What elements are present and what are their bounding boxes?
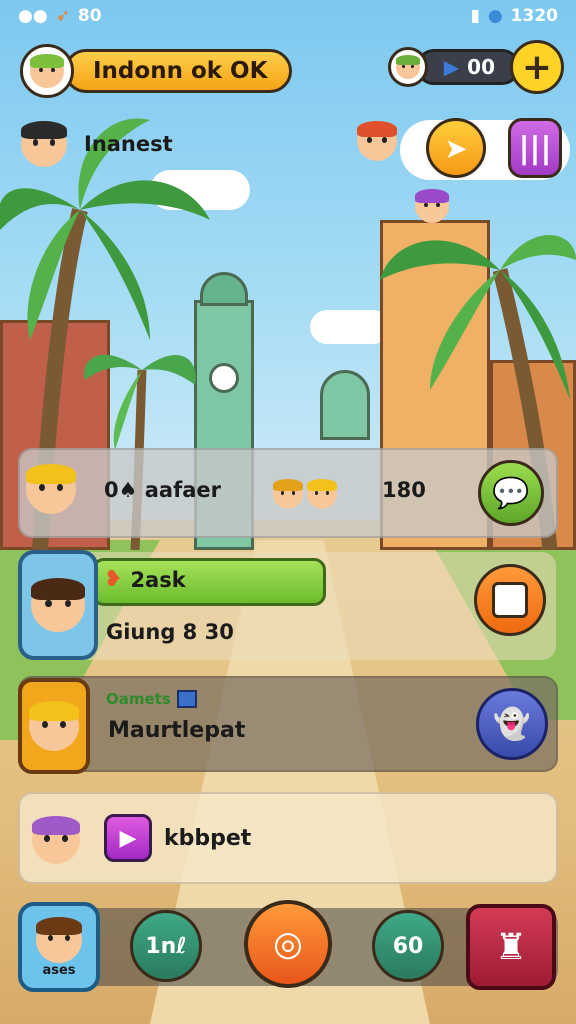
avatar-face <box>36 916 82 963</box>
event-label: 0♠ aafaer <box>104 478 221 502</box>
add-currency-button[interactable]: + <box>510 40 564 94</box>
signal-icon: ▮ <box>470 6 480 26</box>
main-action-button[interactable]: ◎ <box>244 900 332 988</box>
nav-button-3-label: 60 <box>392 933 424 959</box>
nav-button-1[interactable]: 1nℓ <box>130 910 202 982</box>
cloud <box>310 310 390 344</box>
task-label: 2ask <box>130 567 186 592</box>
send-button[interactable]: ➤ <box>426 118 486 178</box>
subtitle-label: Inanest <box>84 132 173 156</box>
nav-button-3[interactable]: 60 <box>372 910 444 982</box>
player-title-pill[interactable]: Indonn ok OK <box>20 44 293 98</box>
battery-icon: ● <box>487 6 503 26</box>
avatar-face <box>31 578 85 632</box>
task-label-row: ❥ 2ask <box>104 567 186 592</box>
currency-avatar <box>388 47 428 87</box>
status-left: ●● ➶ 80 <box>18 6 102 26</box>
video-title: kbbpet <box>164 826 252 851</box>
dome-building <box>320 370 370 440</box>
inventory-button[interactable] <box>474 564 546 636</box>
video-play-icon[interactable]: ▶ <box>104 814 152 862</box>
currency-amount: ▶ 00 <box>416 49 520 85</box>
tower-icon: ♜ <box>494 926 528 968</box>
avatar-face <box>273 479 303 509</box>
currency-value: 00 <box>467 55 495 79</box>
nav-button-1-label: 1nℓ <box>145 933 187 959</box>
avatar-face <box>307 479 337 509</box>
task-character-avatar[interactable] <box>18 550 98 660</box>
plus-icon: + <box>521 46 553 88</box>
event-character-avatar <box>20 452 82 526</box>
avatar-face <box>357 121 397 161</box>
currency-bar[interactable]: ▶ 00 + <box>388 40 564 94</box>
battle-tab[interactable]: ♜ <box>466 904 556 990</box>
task-counter: Giung 8 30 <box>106 620 234 644</box>
video-card[interactable] <box>18 792 558 884</box>
profile-tab[interactable]: ases <box>18 902 100 992</box>
avatar-face <box>415 189 449 223</box>
status-bar: ●● ➶ 80 ▮ ● 1320 <box>0 0 576 32</box>
avatar-face <box>21 121 67 167</box>
ghost-icon: 👻 <box>493 706 531 742</box>
mission-title: Maurtlepat <box>108 718 246 743</box>
guide-avatar <box>16 116 72 172</box>
users-icon: ●● <box>18 6 48 26</box>
heart-icon: ❥ <box>104 567 123 592</box>
mission-tag-row: Oamets <box>106 690 197 708</box>
floating-character-red <box>352 114 402 168</box>
ghost-button[interactable]: 👻 <box>476 688 548 760</box>
player-avatar[interactable] <box>20 44 74 98</box>
paper-plane-icon: ➤ <box>444 131 468 165</box>
video-character-avatar <box>24 800 88 880</box>
mission-tag: Oamets <box>106 690 171 708</box>
event-characters <box>264 456 346 532</box>
menu-button[interactable]: ||| <box>508 118 562 178</box>
avatar-face <box>396 55 420 79</box>
player-title: Indonn ok OK <box>64 49 293 93</box>
status-time: 1320 <box>510 6 558 26</box>
mission-character-avatar[interactable] <box>18 678 90 774</box>
chat-bubble-icon: 💬 <box>492 475 530 511</box>
event-value: 180 <box>382 478 426 502</box>
flag-icon <box>176 690 197 708</box>
bottom-nav: ases 1nℓ ◎ 60 ♜ <box>8 896 568 1000</box>
swirl-icon: ◎ <box>273 924 303 964</box>
floating-character-purple <box>410 184 454 228</box>
avatar-face <box>29 701 79 751</box>
status-right: ▮ ● 1320 <box>470 6 558 26</box>
avatar-face <box>32 816 80 864</box>
avatar-face <box>26 464 76 514</box>
profile-tab-label: ases <box>42 962 76 978</box>
menu-icon: ||| <box>518 130 552 166</box>
status-left-value: 80 <box>77 6 102 26</box>
carrot-icon: ➶ <box>55 6 70 26</box>
chat-button[interactable]: 💬 <box>478 460 544 526</box>
box-icon <box>492 582 528 618</box>
play-icon: ▶ <box>443 55 460 79</box>
subtitle-row: Inanest <box>16 116 173 172</box>
avatar-face <box>30 54 64 88</box>
